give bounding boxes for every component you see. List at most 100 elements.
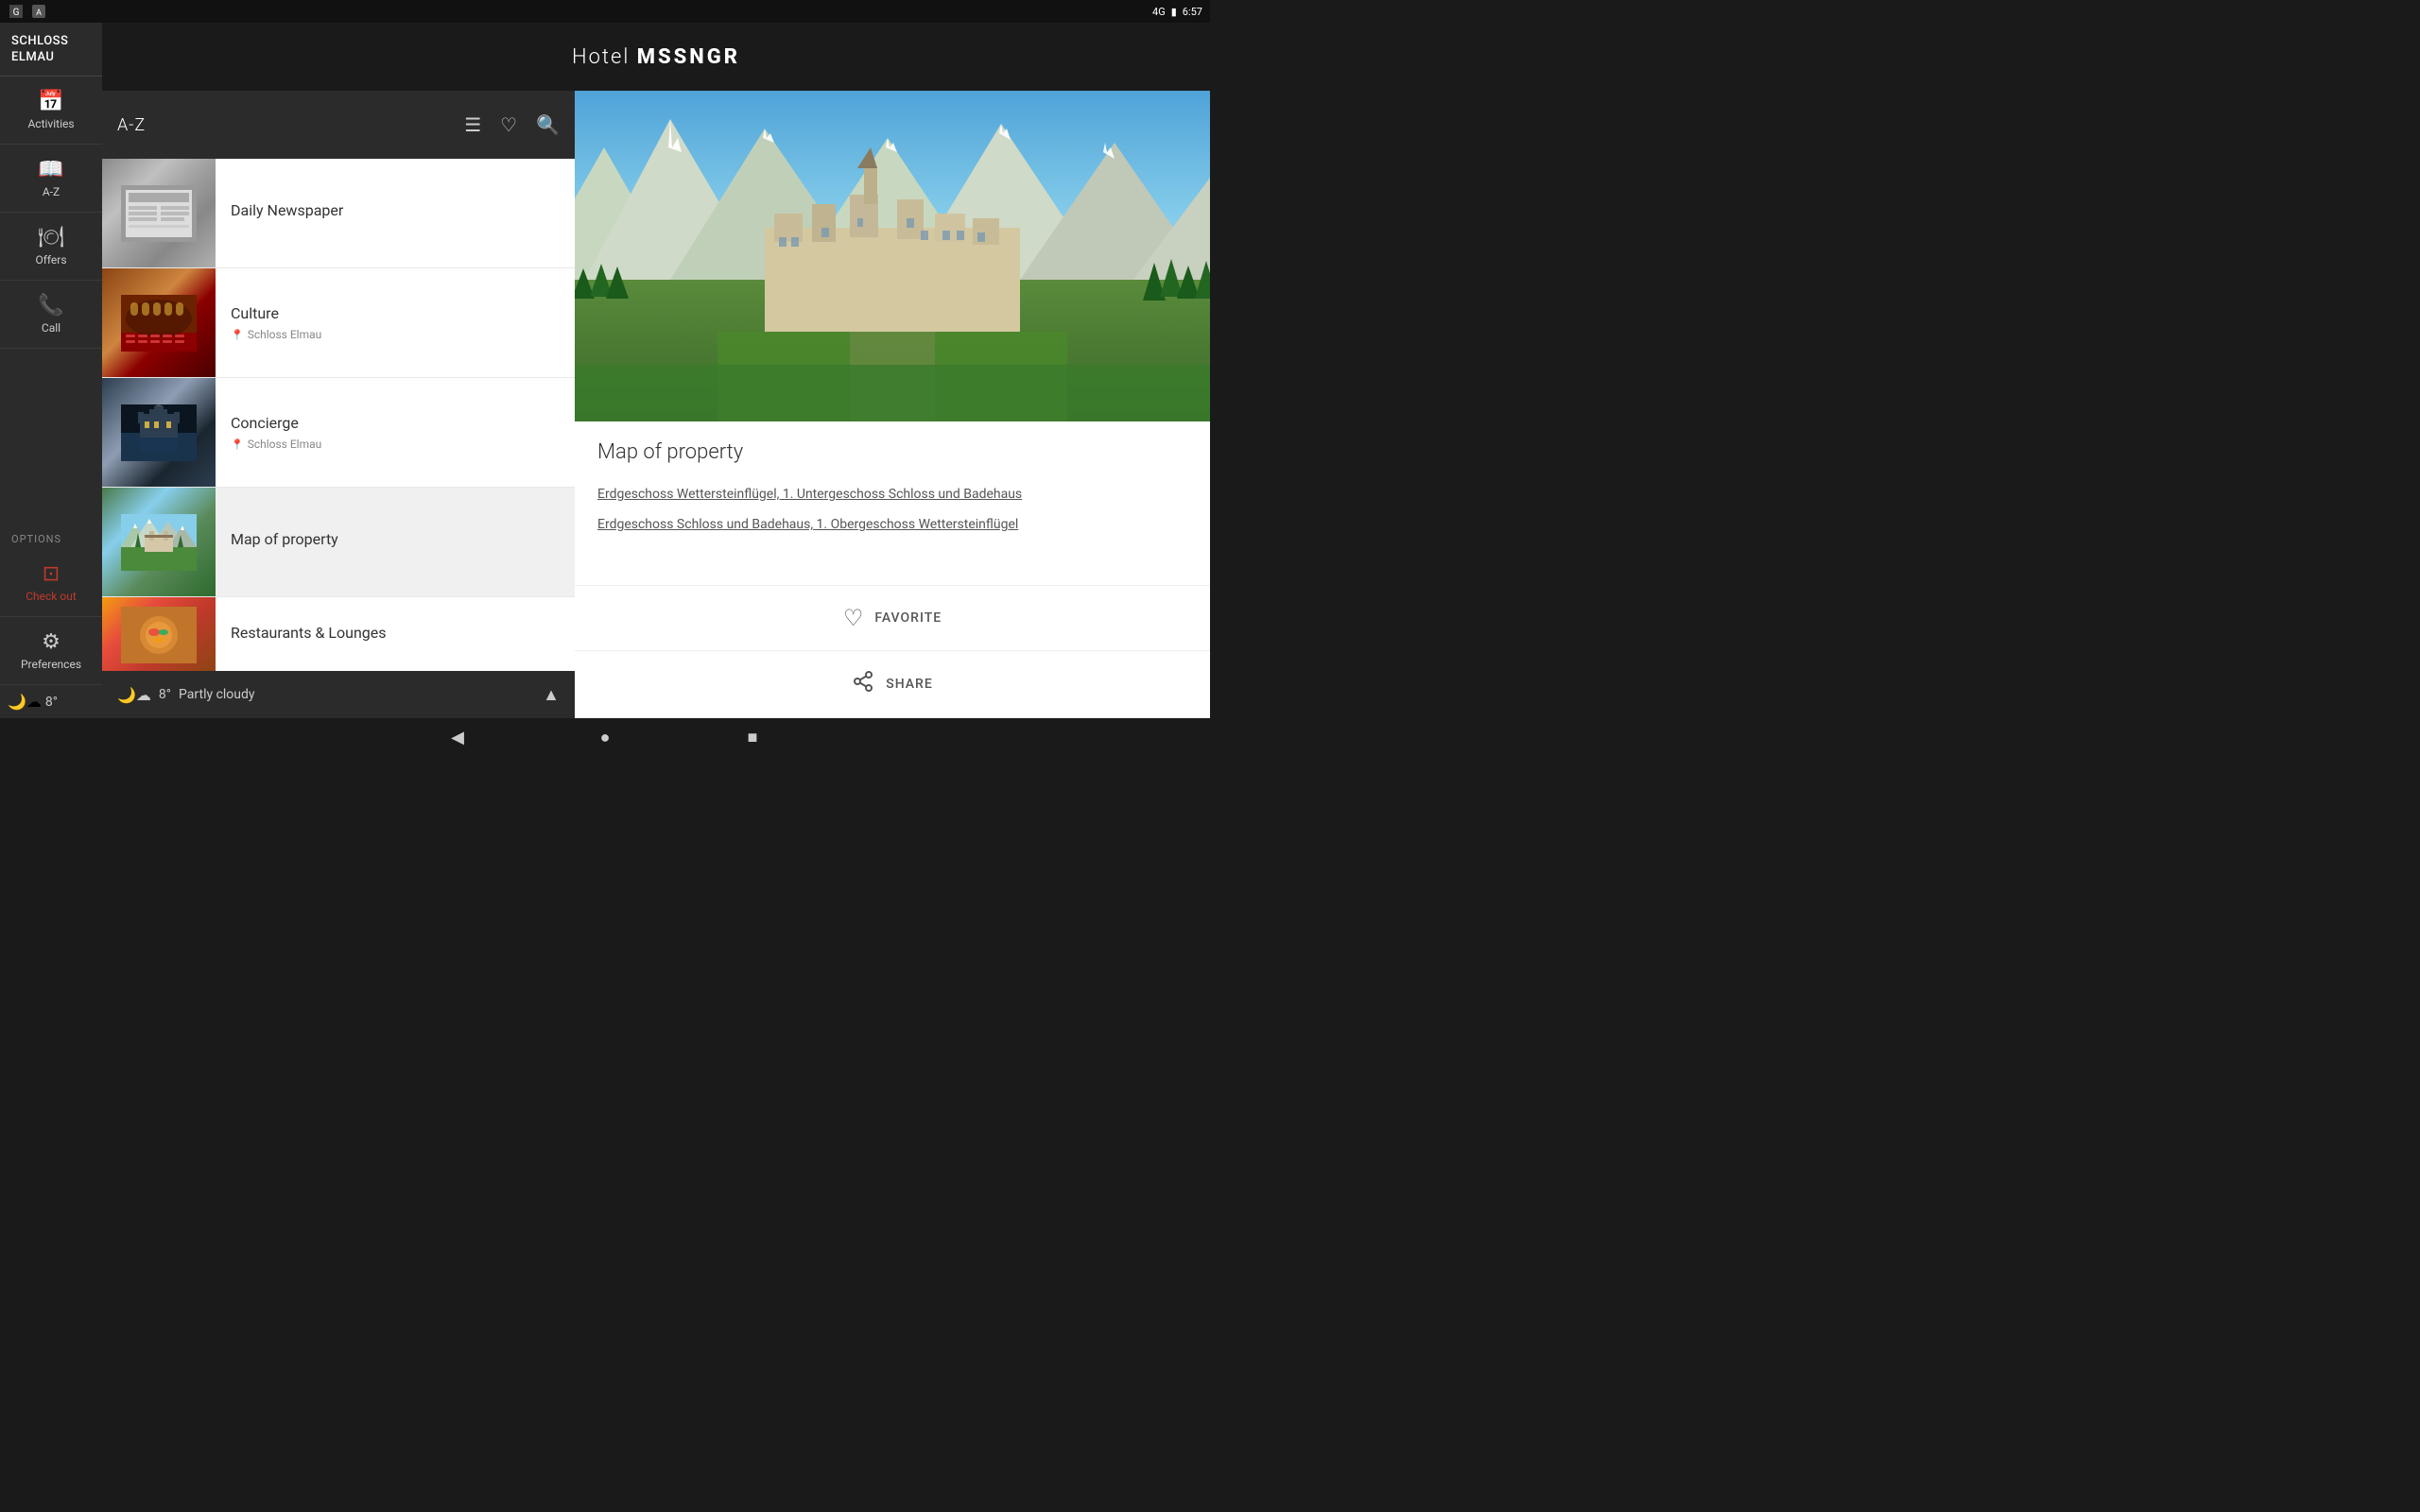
detail-link-2[interactable]: Erdgeschoss Schloss und Badehaus, 1. Obe… [597, 517, 1187, 532]
concierge-title: Concierge [231, 414, 560, 432]
newspaper-title: Daily Newspaper [231, 201, 560, 219]
map-title: Map of property [231, 530, 560, 548]
weather-temp-sidebar: 8° [45, 695, 58, 710]
home-button[interactable]: ● [588, 720, 622, 754]
time-label: 6:57 [1183, 6, 1202, 18]
list-item-culture[interactable]: Culture 📍 Schloss Elmau [102, 268, 575, 378]
weather-icon-sidebar: 🌙☁ [8, 693, 42, 711]
list-item-map[interactable]: Map of property [102, 488, 575, 597]
list-item-restaurants[interactable]: Restaurants & Lounges [102, 597, 575, 671]
share-icon [852, 670, 874, 698]
weather-temp: 8° [159, 687, 171, 702]
list-item-newspaper[interactable]: Daily Newspaper [102, 159, 575, 268]
sidebar-weather: 🌙☁ 8° [0, 685, 102, 718]
map-thumb [102, 488, 216, 596]
detail-link-1[interactable]: Erdgeschoss Wettersteinflügel, 1. Unterg… [597, 487, 1187, 502]
weather-bar: 🌙☁ 8° Partly cloudy ▲ [102, 671, 575, 718]
svg-text:G: G [13, 8, 20, 18]
battery-icon: ▮ [1171, 6, 1177, 18]
status-bar-left: G A [8, 3, 47, 20]
list-items: Daily Newspaper [102, 159, 575, 671]
filter-icon[interactable]: ☰ [464, 113, 481, 136]
heart-icon: ♡ [843, 605, 864, 631]
checkout-icon: ⊡ [43, 562, 60, 586]
culture-location: Schloss Elmau [248, 328, 322, 341]
sidebar: SCHLOSS ELMAU 📅 Activities 📖 A-Z 🍽 Offer… [0, 23, 102, 718]
checkout-label: Check out [26, 590, 77, 603]
detail-actions: ♡ FAVORITE SH [575, 585, 1210, 718]
recent-button[interactable]: ■ [735, 720, 769, 754]
search-icon[interactable]: 🔍 [536, 113, 560, 136]
gear-icon: ⚙ [42, 630, 60, 654]
status-bar-right: 4G ▮ 6:57 [1152, 6, 1202, 18]
action-favorite[interactable]: ♡ FAVORITE [575, 586, 1210, 651]
concierge-thumb [102, 378, 216, 487]
sidebar-item-call[interactable]: 📞 Call [0, 281, 102, 349]
newspaper-thumb [102, 159, 216, 267]
weather-info: 🌙☁ 8° Partly cloudy [117, 686, 255, 704]
concierge-location: Schloss Elmau [248, 438, 322, 451]
share-label: SHARE [886, 677, 933, 692]
list-panel: A-Z ☰ ♡ 🔍 [102, 91, 575, 718]
restaurants-thumb-img [102, 597, 216, 671]
sidebar-nav: 📅 Activities 📖 A-Z 🍽 Offers 📞 Call OPTIO… [0, 77, 102, 718]
newspaper-content: Daily Newspaper [216, 190, 575, 236]
action-share[interactable]: SHARE [575, 651, 1210, 718]
offers-icon: 🍽 [38, 226, 64, 249]
signal-label: 4G [1152, 6, 1166, 18]
book-icon: 📖 [38, 158, 63, 181]
newspaper-thumb-img [102, 159, 216, 267]
hotel-name-line1: SCHLOSS [11, 34, 91, 50]
preferences-label: Preferences [21, 658, 81, 671]
nav-bar: ◀ ● ■ [0, 718, 1210, 756]
map-thumb-img [102, 488, 216, 596]
map-content: Map of property [216, 519, 575, 565]
list-header-title: A-Z [117, 115, 146, 135]
options-label: OPTIONS [0, 524, 102, 549]
az-label: A-Z [43, 185, 60, 198]
culture-thumb-img [102, 268, 216, 377]
location-icon-concierge: 📍 [231, 438, 244, 451]
sidebar-item-preferences[interactable]: ⚙ Preferences [0, 617, 102, 685]
sidebar-item-activities[interactable]: 📅 Activities [0, 77, 102, 145]
sidebar-item-az[interactable]: 📖 A-Z [0, 145, 102, 213]
concierge-subtitle: 📍 Schloss Elmau [231, 438, 560, 451]
list-header-icons: ☰ ♡ 🔍 [464, 113, 560, 136]
concierge-content: Concierge 📍 Schloss Elmau [216, 403, 575, 462]
main-layout: SCHLOSS ELMAU 📅 Activities 📖 A-Z 🍽 Offer… [0, 23, 1210, 718]
list-item-concierge[interactable]: Concierge 📍 Schloss Elmau [102, 378, 575, 488]
weather-chevron[interactable]: ▲ [543, 685, 560, 705]
call-label: Call [42, 321, 60, 335]
google-icon: G [8, 3, 25, 20]
restaurants-content: Restaurants & Lounges [216, 612, 575, 659]
weather-description: Partly cloudy [179, 687, 255, 702]
favorite-label: FAVORITE [874, 610, 942, 626]
sidebar-item-checkout[interactable]: ⊡ Check out [0, 549, 102, 617]
culture-content: Culture 📍 Schloss Elmau [216, 293, 575, 352]
app-icon: A [30, 3, 47, 20]
offers-label: Offers [35, 253, 66, 266]
detail-content: Map of property Erdgeschoss Wettersteinf… [575, 421, 1210, 585]
concierge-thumb-img [102, 378, 216, 487]
phone-icon: 📞 [38, 294, 63, 318]
svg-text:A: A [36, 9, 42, 18]
hotel-name-line2: ELMAU [11, 50, 91, 66]
detail-title: Map of property [597, 440, 1187, 464]
location-icon-culture: 📍 [231, 329, 244, 341]
culture-subtitle: 📍 Schloss Elmau [231, 328, 560, 341]
list-header: A-Z ☰ ♡ 🔍 [102, 91, 575, 159]
culture-title: Culture [231, 304, 560, 322]
restaurants-thumb [102, 597, 216, 671]
sidebar-hotel-name: SCHLOSS ELMAU [0, 23, 102, 77]
activities-label: Activities [27, 117, 74, 130]
hotel-title-bar: Hotel MSSNGR [102, 23, 1210, 91]
status-bar: G A 4G ▮ 6:57 [0, 0, 1210, 23]
back-button[interactable]: ◀ [441, 720, 475, 754]
detail-panel: Map of property Erdgeschoss Wettersteinf… [575, 91, 1210, 718]
hotel-title: Hotel MSSNGR [572, 45, 740, 69]
favorite-icon-header[interactable]: ♡ [500, 113, 517, 136]
weather-icon: 🌙☁ [117, 686, 151, 704]
restaurants-title: Restaurants & Lounges [231, 624, 560, 642]
sidebar-item-offers[interactable]: 🍽 Offers [0, 213, 102, 281]
detail-hero-image [575, 91, 1210, 421]
